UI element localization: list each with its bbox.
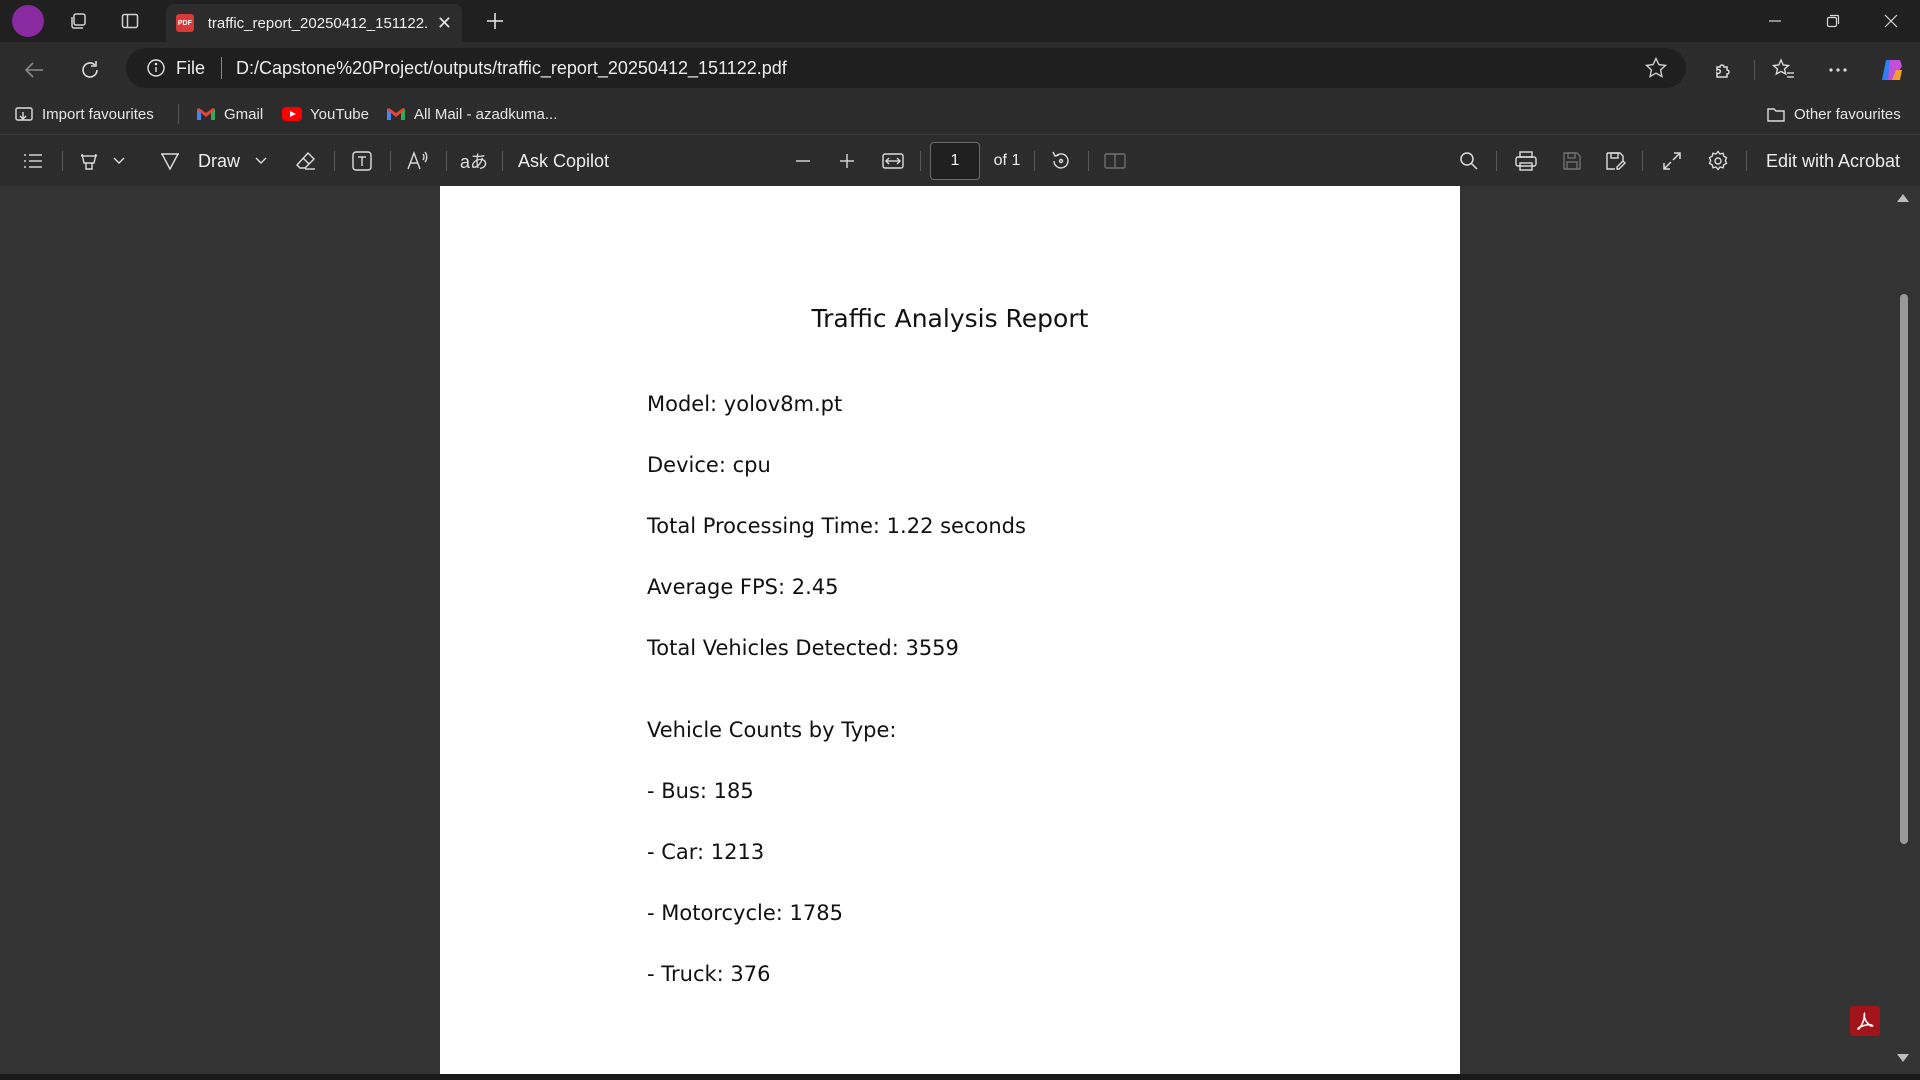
profile-avatar[interactable] [12, 5, 44, 37]
report-line: - Truck: 376 [647, 962, 771, 986]
favourites-bar: Import favourites Gmail YouTube All Mail… [0, 94, 1920, 134]
draw-button[interactable]: Draw [194, 135, 244, 187]
fit-to-width-icon[interactable] [876, 135, 910, 187]
fullscreen-icon[interactable] [1656, 135, 1688, 187]
search-icon[interactable] [1454, 135, 1484, 187]
add-text-icon[interactable] [346, 135, 378, 187]
page-number-input[interactable]: 1 [930, 142, 980, 180]
toolbar-divider [1754, 60, 1755, 80]
report-line: - Bus: 185 [647, 779, 754, 803]
bookmark-divider [178, 104, 179, 124]
refresh-icon[interactable] [72, 52, 108, 88]
report-line: - Car: 1213 [647, 840, 765, 864]
back-icon[interactable] [16, 52, 52, 88]
new-tab-icon[interactable] [475, 1, 515, 41]
scheme-label: File [176, 57, 206, 78]
bookmark-gmail[interactable]: Gmail [196, 106, 263, 123]
scroll-down-icon[interactable] [1896, 1052, 1910, 1064]
restore-icon[interactable] [1804, 0, 1862, 42]
report-title: Traffic Analysis Report [811, 304, 1089, 333]
url-text[interactable]: D:/Capstone%20Project/outputs/traffic_re… [236, 58, 787, 79]
window-bottom-edge [0, 1074, 1920, 1080]
site-info-icon[interactable] [146, 58, 166, 78]
minimize-icon[interactable] [1746, 0, 1804, 42]
bookmark-all-mail[interactable]: All Mail - azadkuma... [386, 106, 557, 123]
report-line: Device: cpu [647, 453, 771, 477]
eraser-icon[interactable] [290, 135, 322, 187]
import-favourites-icon [15, 107, 33, 121]
toolbar-divider [920, 151, 921, 171]
workspaces-icon[interactable] [58, 1, 98, 41]
gmail-icon [197, 108, 215, 120]
address-divider [221, 57, 223, 79]
bookmark-all-mail-label: All Mail - azadkuma... [414, 105, 558, 123]
address-bar-row: File D:/Capstone%20Project/outputs/traff… [0, 42, 1920, 94]
rotate-icon[interactable] [1044, 135, 1078, 187]
pdf-page: Traffic Analysis Report Model: yolov8m.p… [440, 186, 1460, 1074]
save-icon[interactable] [1556, 135, 1588, 187]
toolbar-divider [1642, 151, 1643, 171]
report-section-heading: Vehicle Counts by Type: [647, 718, 897, 742]
bookmark-gmail-label: Gmail [224, 105, 264, 123]
zoom-out-icon[interactable] [788, 135, 818, 187]
highlight-icon[interactable] [74, 135, 104, 187]
draw-icon[interactable] [154, 135, 186, 187]
toolbar-divider [446, 151, 447, 171]
translate-icon[interactable]: aあ [458, 135, 490, 187]
pdf-toolbar: Draw aあ Ask Copilot 1 of 1 Edit with Acr… [0, 134, 1920, 186]
settings-gear-icon[interactable] [1702, 135, 1734, 187]
read-aloud-icon[interactable] [402, 135, 434, 187]
toolbar-divider [62, 151, 63, 171]
folder-icon [1767, 108, 1785, 122]
toolbar-divider [502, 151, 503, 171]
toolbar-divider [1496, 151, 1497, 171]
page-view-icon[interactable] [1098, 135, 1132, 187]
report-line: Total Vehicles Detected: 3559 [647, 636, 959, 660]
tab-bar: PDF traffic_report_20250412_151122.pdf ✕ [0, 0, 1920, 42]
zoom-in-icon[interactable] [832, 135, 862, 187]
print-icon[interactable] [1510, 135, 1542, 187]
report-line: - Motorcycle: 1785 [647, 901, 843, 925]
import-favourites[interactable]: Import favourites [14, 104, 154, 124]
favourite-star-icon[interactable] [1644, 56, 1668, 80]
other-favourites[interactable]: Other favourites [1766, 105, 1901, 123]
vertical-tabs-icon[interactable] [110, 1, 150, 41]
toolbar-divider [334, 151, 335, 171]
address-bar[interactable]: File D:/Capstone%20Project/outputs/traff… [126, 48, 1686, 88]
gmail-icon [387, 108, 405, 120]
ask-copilot-button[interactable]: Ask Copilot [518, 135, 618, 187]
toolbar-divider [1746, 151, 1747, 171]
report-line: Total Processing Time: 1.22 seconds [647, 514, 1026, 538]
youtube-icon [282, 107, 302, 121]
contents-icon[interactable] [18, 135, 48, 187]
edit-with-acrobat-button[interactable]: Edit with Acrobat [1760, 135, 1906, 187]
draw-dropdown-icon[interactable] [250, 135, 272, 187]
highlight-dropdown-icon[interactable] [108, 135, 130, 187]
toolbar-divider [1034, 151, 1035, 171]
pdf-viewer[interactable]: Traffic Analysis Report Model: yolov8m.p… [0, 186, 1920, 1080]
close-window-icon[interactable] [1862, 0, 1920, 42]
copilot-icon[interactable] [1874, 52, 1910, 88]
toolbar-divider [1088, 151, 1089, 171]
extensions-icon[interactable] [1706, 52, 1742, 88]
active-tab[interactable]: PDF traffic_report_20250412_151122.pdf ✕ [166, 4, 462, 42]
more-options-icon[interactable] [1820, 52, 1856, 88]
favourites-icon[interactable] [1766, 52, 1802, 88]
toolbar-divider [390, 151, 391, 171]
tab-title: traffic_report_20250412_151122.pdf [207, 14, 427, 32]
acrobat-icon[interactable] [1850, 1006, 1880, 1036]
scroll-up-icon[interactable] [1896, 192, 1910, 204]
page-total: of 1 [993, 152, 1021, 169]
other-favourites-label: Other favourites [1794, 105, 1901, 123]
save-as-icon[interactable] [1600, 135, 1632, 187]
report-line: Model: yolov8m.pt [647, 392, 843, 416]
scrollbar-thumb[interactable] [1900, 294, 1908, 844]
bookmark-youtube-label: YouTube [310, 105, 369, 123]
pdf-file-icon: PDF [176, 14, 194, 32]
close-tab-icon[interactable]: ✕ [437, 13, 452, 34]
import-favourites-label: Import favourites [42, 105, 154, 123]
report-line: Average FPS: 2.45 [647, 575, 839, 599]
bookmark-youtube[interactable]: YouTube [282, 106, 369, 123]
